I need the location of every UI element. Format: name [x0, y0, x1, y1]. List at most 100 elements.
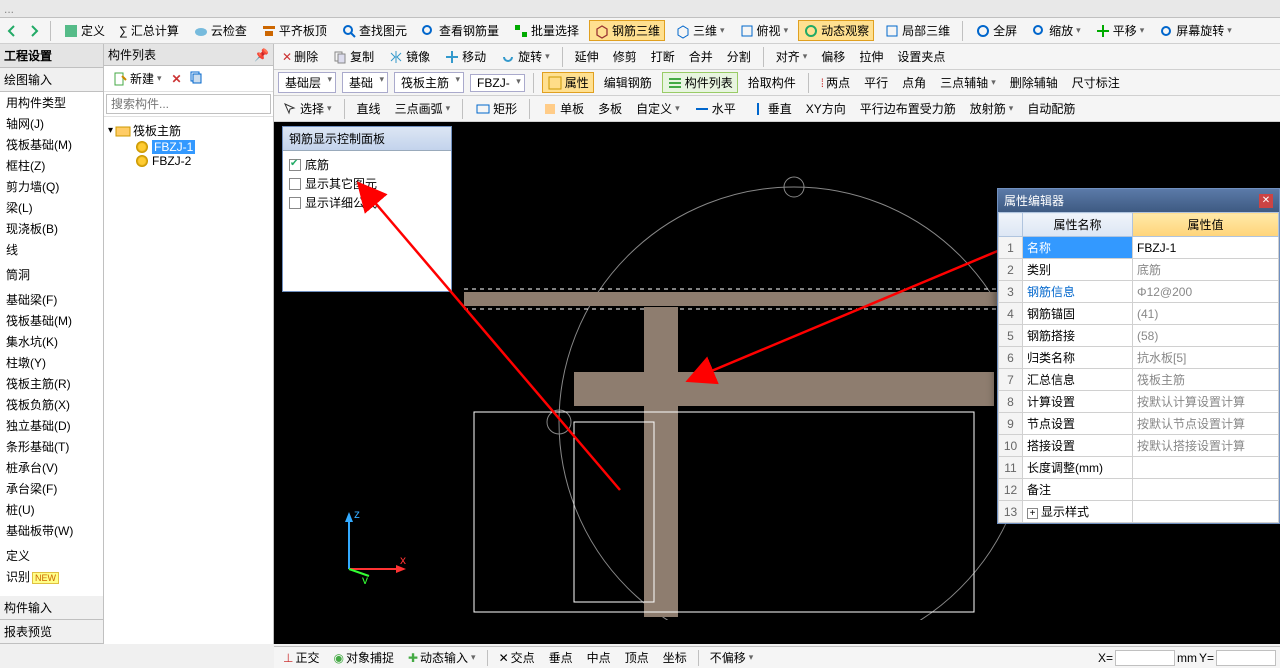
- no-offset-select[interactable]: 不偏移▾: [705, 647, 759, 668]
- move-button[interactable]: 移动: [440, 47, 490, 66]
- list-item[interactable]: 梁(L): [0, 197, 103, 218]
- parallel-button[interactable]: 平行: [860, 73, 892, 92]
- ortho-toggle[interactable]: ⊥正交: [278, 647, 324, 668]
- close-icon[interactable]: ✕: [1259, 194, 1273, 208]
- list-item[interactable]: 独立基础(D): [0, 415, 103, 436]
- rotate-screen-button[interactable]: 屏幕旋转▾: [1154, 21, 1236, 40]
- delete-button[interactable]: ✕删除: [278, 47, 322, 66]
- dynamic-observe-button[interactable]: 动态观察: [798, 20, 874, 41]
- pick-component-button[interactable]: 拾取构件: [744, 73, 800, 92]
- two-point-button[interactable]: ⁞两点: [817, 73, 854, 92]
- list-item[interactable]: 用构件类型: [0, 92, 103, 113]
- find-element-button[interactable]: 查找图元: [337, 21, 411, 40]
- category-select[interactable]: 基础: [342, 72, 388, 93]
- component-list-button[interactable]: 构件列表: [662, 72, 738, 93]
- set-grip-button[interactable]: 设置夹点: [893, 47, 949, 66]
- delete-icon[interactable]: ✕: [172, 72, 182, 86]
- zoom-button[interactable]: 缩放▾: [1027, 21, 1085, 40]
- code-select[interactable]: FBZJ-: [470, 74, 525, 92]
- tri-aux-button[interactable]: 三点辅轴▾: [936, 73, 1000, 92]
- property-row[interactable]: 4钢筋锚固(41): [999, 303, 1279, 325]
- property-row[interactable]: 1名称FBZJ-1: [999, 237, 1279, 259]
- stretch-button[interactable]: 拉伸: [855, 47, 887, 66]
- property-row[interactable]: 13+显示样式: [999, 501, 1279, 523]
- list-item[interactable]: 基础板带(W): [0, 520, 103, 541]
- list-item[interactable]: 识别NEW: [0, 566, 103, 587]
- split-button[interactable]: 分割: [723, 47, 755, 66]
- property-row[interactable]: 9节点设置按默认节点设置计算: [999, 413, 1279, 435]
- property-editor-panel[interactable]: 属性编辑器 ✕ 属性名称属性值 1名称FBZJ-12类别底筋3钢筋信息Φ12@2…: [997, 188, 1280, 524]
- local-3d-button[interactable]: 局部三维: [880, 21, 954, 40]
- single-board-button[interactable]: 单板: [538, 99, 588, 118]
- extend-button[interactable]: 延伸: [571, 47, 603, 66]
- list-item[interactable]: 筒洞: [0, 264, 103, 285]
- list-item[interactable]: 条形基础(T): [0, 436, 103, 457]
- pan-button[interactable]: 平移▾: [1091, 21, 1149, 40]
- align-button[interactable]: 对齐▾: [772, 47, 812, 66]
- y-coord-field[interactable]: [1216, 650, 1276, 666]
- list-item[interactable]: 筏板负筋(X): [0, 394, 103, 415]
- copy-icon[interactable]: [188, 69, 204, 88]
- line-button[interactable]: 直线: [353, 99, 385, 118]
- checkbox-bottom-rebar[interactable]: [289, 159, 301, 171]
- draw-input-header[interactable]: 绘图输入: [0, 68, 103, 92]
- vertical-button[interactable]: 垂直: [746, 99, 796, 118]
- report-preview-footer[interactable]: 报表预览: [0, 620, 103, 644]
- snap-intersection[interactable]: ✕交点: [494, 647, 540, 668]
- fullscreen-button[interactable]: 全屏: [971, 21, 1021, 40]
- dynamic-input-toggle[interactable]: ✚动态输入▾: [403, 647, 481, 668]
- subtype-select[interactable]: 筏板主筋: [394, 72, 464, 93]
- trim-button[interactable]: 修剪: [609, 47, 641, 66]
- list-item[interactable]: 定义: [0, 545, 103, 566]
- select-tool-button[interactable]: 选择▾: [278, 99, 336, 118]
- checkbox-show-formula[interactable]: [289, 197, 301, 209]
- break-button[interactable]: 打断: [647, 47, 679, 66]
- copy-button[interactable]: 复制: [328, 47, 378, 66]
- tree-item-fbzj2[interactable]: FBZJ-2: [108, 154, 269, 168]
- list-item[interactable]: 基础梁(F): [0, 289, 103, 310]
- rebar-display-panel[interactable]: 钢筋显示控制面板 底筋 显示其它图元 显示详细公式: [282, 126, 452, 292]
- rect-button[interactable]: 矩形: [471, 99, 521, 118]
- list-item[interactable]: 集水坑(K): [0, 331, 103, 352]
- list-item[interactable]: 桩承台(V): [0, 457, 103, 478]
- object-snap-toggle[interactable]: ◉对象捕捉: [328, 647, 399, 668]
- property-row[interactable]: 6归类名称抗水板[5]: [999, 347, 1279, 369]
- list-item[interactable]: 轴网(J): [0, 113, 103, 134]
- property-row[interactable]: 5钢筋搭接(58): [999, 325, 1279, 347]
- list-item[interactable]: 筏板基础(M): [0, 134, 103, 155]
- top-view-button[interactable]: 俯视▾: [735, 21, 793, 40]
- properties-button[interactable]: 属性: [542, 72, 594, 93]
- eng-settings-header[interactable]: 工程设置: [0, 44, 103, 68]
- tree-root[interactable]: ▾ 筏板主筋: [108, 121, 269, 140]
- batch-select-button[interactable]: 批量选择: [509, 21, 583, 40]
- list-item[interactable]: 筏板基础(M): [0, 310, 103, 331]
- checkbox-show-other[interactable]: [289, 178, 301, 190]
- list-item[interactable]: 剪力墙(Q): [0, 176, 103, 197]
- property-row[interactable]: 10搭接设置按默认搭接设置计算: [999, 435, 1279, 457]
- component-input-footer[interactable]: 构件输入: [0, 596, 103, 620]
- snap-vertex[interactable]: 顶点: [620, 647, 654, 668]
- list-item[interactable]: 框柱(Z): [0, 155, 103, 176]
- snap-coordinate[interactable]: 坐标: [658, 647, 692, 668]
- auto-rebar-button[interactable]: 自动配筋: [1023, 99, 1079, 118]
- custom-button[interactable]: 自定义▾: [632, 99, 684, 118]
- parallel-side-rebar-button[interactable]: 平行边布置受力筋: [856, 99, 960, 118]
- list-item[interactable]: 柱墩(Y): [0, 352, 103, 373]
- property-row[interactable]: 8计算设置按默认计算设置计算: [999, 391, 1279, 413]
- layer-select[interactable]: 基础层: [278, 72, 336, 93]
- point-angle-button[interactable]: 点角: [898, 73, 930, 92]
- snap-perpendicular[interactable]: 垂点: [544, 647, 578, 668]
- property-row[interactable]: 7汇总信息筏板主筋: [999, 369, 1279, 391]
- align-top-button[interactable]: 平齐板顶: [257, 21, 331, 40]
- three-d-button[interactable]: 三维▾: [671, 21, 729, 40]
- nav-right-icon[interactable]: [26, 23, 42, 39]
- multi-board-button[interactable]: 多板: [594, 99, 626, 118]
- rotate-button[interactable]: 旋转▾: [496, 47, 554, 66]
- radial-rebar-button[interactable]: 放射筋▾: [966, 99, 1018, 118]
- rebar-3d-button[interactable]: 钢筋三维: [589, 20, 665, 41]
- list-item[interactable]: 筏板主筋(R): [0, 373, 103, 394]
- list-item[interactable]: 现浇板(B): [0, 218, 103, 239]
- property-row[interactable]: 12备注: [999, 479, 1279, 501]
- define-button[interactable]: 定义: [59, 21, 109, 40]
- edit-rebar-button[interactable]: 编辑钢筋: [600, 73, 656, 92]
